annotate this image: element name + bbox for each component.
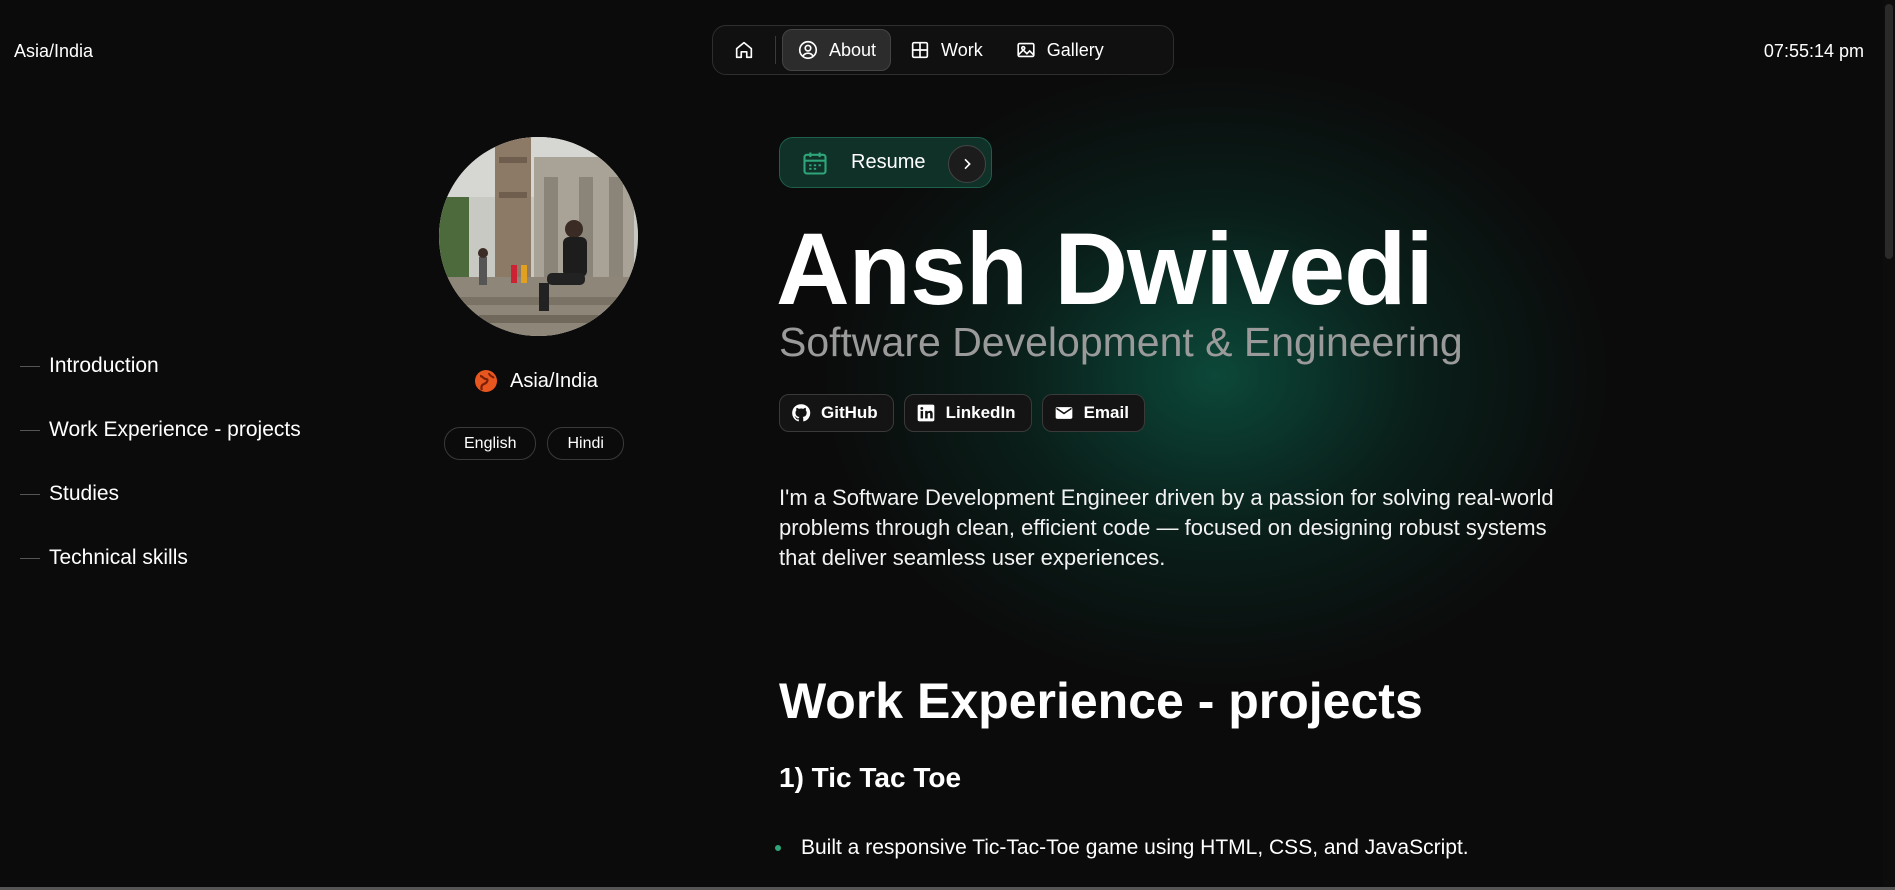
nav-about[interactable]: About — [782, 29, 892, 71]
nav-divider — [775, 36, 776, 64]
toc-dash — [20, 365, 40, 367]
section-title-work: Work Experience - projects — [779, 673, 1423, 729]
list-item: Built a responsive Tic-Tac-Toe game usin… — [773, 836, 1469, 860]
globe-icon — [475, 370, 497, 392]
toc-dash — [20, 493, 40, 495]
calendar-icon — [803, 152, 827, 175]
toc-label: Studies — [49, 482, 120, 505]
toc-label: Work Experience - projects — [49, 418, 301, 441]
nav-gallery-label: Gallery — [1046, 39, 1104, 60]
bullet-dot — [775, 845, 781, 851]
github-icon — [792, 404, 811, 422]
github-button[interactable]: GitHub — [779, 394, 894, 432]
chevron-right-icon[interactable] — [948, 145, 986, 183]
location-label: Asia/India — [510, 369, 598, 392]
toc-label: Technical skills — [49, 546, 188, 569]
user-circle-icon — [798, 40, 818, 60]
linkedin-icon — [917, 404, 934, 422]
nav-work-label: Work — [941, 39, 983, 60]
clock: 07:55:14 pm — [1763, 41, 1864, 61]
hero-name: Ansh Dwivedi — [776, 212, 1434, 326]
profile-location: Asia/India — [474, 369, 598, 393]
list-item-text: Built a responsive Tic-Tac-Toe game usin… — [801, 836, 1469, 859]
project-title: 1) Tic Tac Toe — [779, 762, 962, 793]
social-links: GitHub LinkedIn Email — [779, 394, 1145, 432]
toc-item-technical-skills[interactable]: Technical skills — [20, 526, 301, 590]
toc-dash — [20, 429, 40, 431]
toc-item-studies[interactable]: Studies — [20, 462, 301, 526]
email-button[interactable]: Email — [1041, 394, 1145, 432]
toc-dash — [20, 557, 40, 559]
bio-paragraph: I'm a Software Development Engineer driv… — [779, 485, 1554, 570]
linkedin-label: LinkedIn — [945, 403, 1016, 422]
table-of-contents: Introduction Work Experience - projects … — [20, 334, 301, 590]
avatar — [439, 137, 638, 336]
mail-icon — [1055, 407, 1072, 419]
language-tag: Hindi — [547, 427, 624, 460]
scrollbar[interactable] — [1883, 0, 1895, 890]
nav-work[interactable]: Work — [895, 30, 997, 70]
toc-item-introduction[interactable]: Introduction — [20, 334, 301, 398]
toc-label: Introduction — [49, 354, 159, 377]
hero-role: Software Development & Engineering — [779, 319, 1463, 365]
top-nav: About Work Gallery — [712, 25, 1174, 75]
languages: English Hindi — [444, 427, 624, 460]
grid-icon — [911, 41, 929, 59]
resume-button[interactable]: Resume — [779, 137, 992, 188]
nav-home[interactable] — [719, 30, 769, 70]
toc-item-work-experience[interactable]: Work Experience - projects — [20, 398, 301, 462]
language-tag: English — [444, 427, 537, 460]
resume-label: Resume — [851, 151, 926, 173]
nav-gallery[interactable]: Gallery — [1001, 30, 1118, 70]
github-label: GitHub — [821, 403, 878, 422]
nav-about-label: About — [829, 39, 877, 60]
home-icon — [735, 41, 753, 59]
scrollbar-thumb[interactable] — [1885, 4, 1893, 259]
image-icon — [1017, 42, 1035, 58]
timezone-label: Asia/India — [14, 41, 94, 61]
email-label: Email — [1083, 403, 1129, 422]
linkedin-button[interactable]: LinkedIn — [903, 394, 1032, 432]
